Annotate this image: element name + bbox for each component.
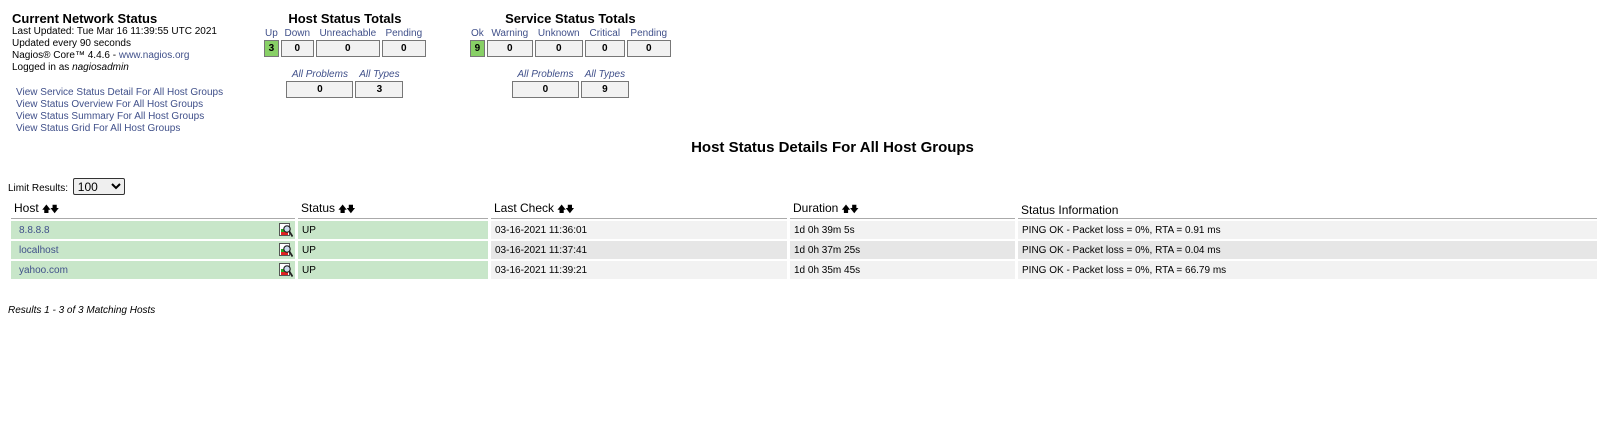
status-info-cell: PING OK - Packet loss = 0%, RTA = 66.79 … [1018, 261, 1597, 279]
results-count: Results 1 - 3 of 3 Matching Hosts [8, 305, 156, 316]
service-details-icon[interactable] [279, 243, 294, 257]
status-info-cell: PING OK - Packet loss = 0%, RTA = 0.04 m… [1018, 241, 1597, 259]
duration-cell: 1d 0h 35m 45s [790, 261, 1015, 279]
svc-all-types-count: 9 [580, 81, 629, 98]
host-link[interactable]: 8.8.8.8 [19, 225, 50, 236]
nagios-link[interactable]: www.nagios.org [119, 50, 190, 61]
svc-all-types-label[interactable]: All Types [581, 57, 629, 81]
service-details-icon[interactable] [279, 263, 294, 277]
col-last-check: Last Check 🡅🡇 [491, 199, 787, 219]
host-status-totals: Host Status Totals Up Down Unreachable P… [262, 11, 428, 98]
host-pending-label[interactable]: Pending [382, 27, 426, 40]
logged-in-user: nagiosadmin [72, 62, 129, 73]
host-cell: 8.8.8.8 [11, 221, 295, 239]
table-header-row: Host 🡅🡇 Status 🡅🡇 Last Check 🡅🡇 Duration 🡅🡇 … [11, 199, 1597, 219]
host-down-count: 0 [280, 40, 314, 57]
status-info-cell: PING OK - Packet loss = 0%, RTA = 0.91 m… [1018, 221, 1597, 239]
svc-pending-count: 0 [626, 40, 671, 57]
host-all-problems-count: 0 [286, 81, 354, 98]
svc-ok-count: 9 [470, 40, 485, 57]
host-cell: localhost [11, 241, 295, 259]
col-duration: Duration 🡅🡇 [790, 199, 1015, 219]
table-row: 8.8.8.8 UP 03-16-2021 11:36:01 1d 0h 39m… [11, 221, 1597, 239]
last-check-cell: 03-16-2021 11:39:21 [491, 261, 787, 279]
host-up-count: 3 [264, 40, 279, 57]
view-links: View Service Status Detail For All Host … [16, 87, 223, 135]
link-status-grid[interactable]: View Status Grid For All Host Groups [16, 123, 180, 134]
page-title: Current Network Status [12, 11, 158, 26]
svc-all-problems-count: 0 [511, 81, 579, 98]
col-status: Status 🡅🡇 [298, 199, 488, 219]
table-row: localhost UP 03-16-2021 11:37:41 1d 0h 3… [11, 241, 1597, 259]
sort-arrows-icon[interactable]: 🡅🡇 [338, 204, 355, 214]
host-all-problems-label[interactable]: All Problems [286, 57, 353, 81]
col-host-label: Host [14, 201, 39, 215]
logged-in-line: Logged in as nagiosadmin [12, 62, 217, 74]
sort-arrows-icon[interactable]: 🡅🡇 [841, 204, 858, 214]
sort-arrows-icon[interactable]: 🡅🡇 [557, 204, 574, 214]
service-details-icon[interactable] [279, 223, 294, 237]
host-pending-count: 0 [381, 40, 426, 57]
svc-warning-label[interactable]: Warning [487, 27, 533, 40]
col-last-check-label: Last Check [494, 201, 555, 215]
last-check-cell: 03-16-2021 11:36:01 [491, 221, 787, 239]
host-cell: yahoo.com [11, 261, 295, 279]
last-check-cell: 03-16-2021 11:37:41 [491, 241, 787, 259]
limit-results-select[interactable]: 100 [72, 178, 125, 195]
svc-pending-label[interactable]: Pending [627, 27, 671, 40]
svc-ok-label[interactable]: Ok [470, 27, 485, 40]
limit-results-label: Limit Results: [8, 183, 69, 194]
network-status-info: Current Network Status Last Updated: Tue… [12, 11, 217, 74]
col-host: Host 🡅🡇 [11, 199, 295, 219]
host-link[interactable]: localhost [19, 245, 58, 256]
link-status-summary[interactable]: View Status Summary For All Host Groups [16, 111, 204, 122]
host-down-label[interactable]: Down [281, 27, 314, 40]
svc-critical-label[interactable]: Critical [585, 27, 625, 40]
status-cell: UP [298, 241, 488, 259]
col-status-info: Status Information [1018, 199, 1597, 219]
host-link[interactable]: yahoo.com [19, 265, 68, 276]
limit-results: Limit Results: 100 [8, 178, 125, 195]
update-interval: Updated every 90 seconds [12, 38, 131, 49]
col-status-info-label: Status Information [1021, 202, 1119, 217]
version-text: Nagios® Core™ 4.4.6 - [12, 50, 119, 61]
host-status-table: Host 🡅🡇 Status 🡅🡇 Last Check 🡅🡇 Duration 🡅🡇 … [8, 197, 1600, 281]
col-duration-label: Duration [793, 201, 839, 215]
host-all-types-count: 3 [355, 81, 404, 98]
host-unreachable-count: 0 [315, 40, 380, 57]
sort-arrows-icon[interactable]: 🡅🡇 [42, 204, 59, 214]
host-totals-title: Host Status Totals [288, 11, 402, 26]
status-cell: UP [298, 261, 488, 279]
last-updated: Last Updated: Tue Mar 16 11:39:55 UTC 20… [12, 26, 217, 37]
col-status-label: Status [301, 201, 336, 215]
duration-cell: 1d 0h 37m 25s [790, 241, 1015, 259]
host-unreachable-label[interactable]: Unreachable [316, 27, 380, 40]
svc-unknown-count: 0 [534, 40, 583, 57]
table-row: yahoo.com UP 03-16-2021 11:39:21 1d 0h 3… [11, 261, 1597, 279]
duration-cell: 1d 0h 39m 5s [790, 221, 1015, 239]
host-up-label[interactable]: Up [264, 27, 279, 40]
svc-critical-count: 0 [584, 40, 625, 57]
svc-unknown-label[interactable]: Unknown [535, 27, 583, 40]
link-service-detail[interactable]: View Service Status Detail For All Host … [16, 87, 223, 98]
logged-in-label: Logged in as [12, 62, 73, 73]
page-heading: Host Status Details For All Host Groups [691, 139, 974, 156]
service-totals-title: Service Status Totals [505, 11, 636, 26]
service-status-totals: Service Status Totals Ok Warning Unknown… [468, 11, 673, 98]
status-cell: UP [298, 221, 488, 239]
link-status-overview[interactable]: View Status Overview For All Host Groups [16, 99, 203, 110]
svc-all-problems-label[interactable]: All Problems [512, 57, 579, 81]
version-line: Nagios® Core™ 4.4.6 - www.nagios.org [12, 50, 217, 62]
svc-warning-count: 0 [486, 40, 533, 57]
host-all-types-label[interactable]: All Types [355, 57, 403, 81]
